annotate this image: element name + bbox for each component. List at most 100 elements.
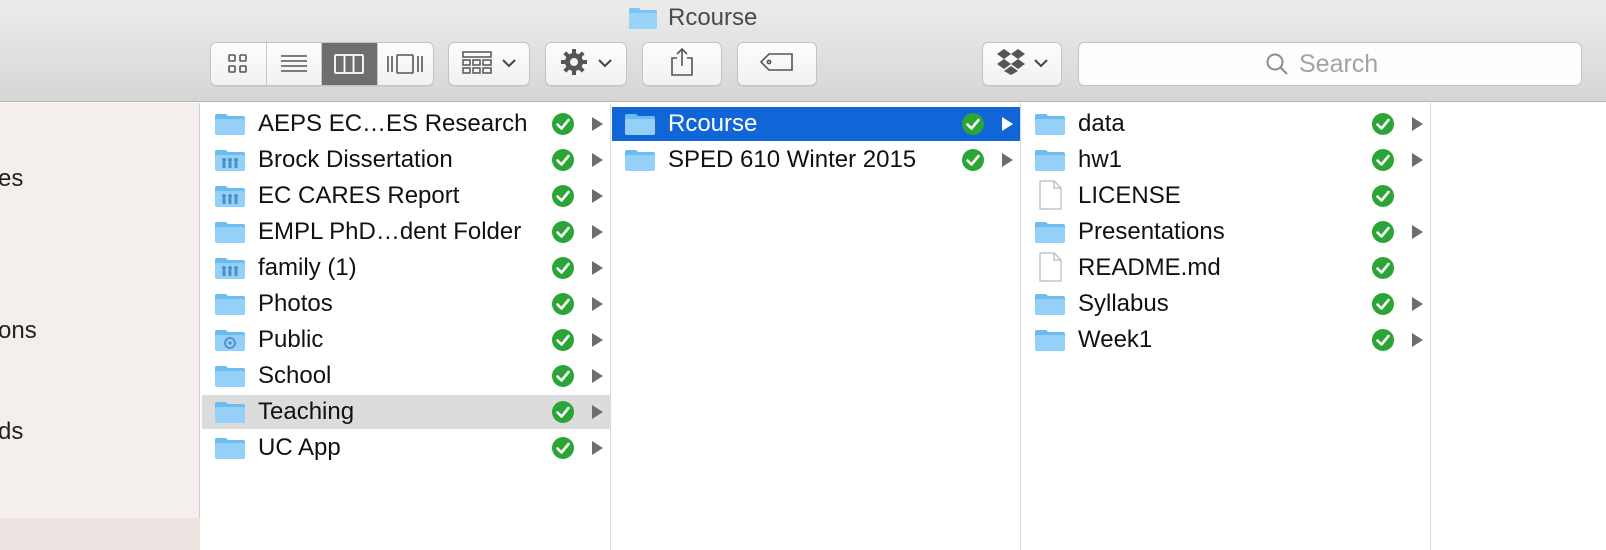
dropbox-button[interactable] xyxy=(982,42,1062,86)
file-row[interactable]: hw1 xyxy=(1022,143,1430,177)
tag-icon xyxy=(759,51,795,78)
arrange-button[interactable] xyxy=(448,42,530,86)
browser-column-4[interactable] xyxy=(1432,103,1606,550)
folder-icon xyxy=(1034,220,1066,244)
file-row[interactable]: UC App xyxy=(202,431,610,465)
file-row[interactable]: Photos xyxy=(202,287,610,321)
cover-flow-view-button[interactable] xyxy=(378,43,434,85)
file-row[interactable]: AEPS EC…ES Research xyxy=(202,107,610,141)
sync-checkmark-icon xyxy=(551,220,575,244)
public-folder-icon xyxy=(214,328,246,352)
sync-checkmark-icon xyxy=(551,148,575,172)
sidebar: es ons ds xyxy=(0,103,200,550)
disclosure-arrow-icon xyxy=(1412,297,1423,311)
file-row[interactable]: Syllabus xyxy=(1022,287,1430,321)
file-row[interactable]: LICENSE xyxy=(1022,179,1430,213)
sidebar-bottom xyxy=(0,518,200,550)
disclosure-arrow-icon xyxy=(592,189,603,203)
disclosure-arrow-icon xyxy=(592,333,603,347)
file-name: Week1 xyxy=(1078,326,1153,353)
file-row[interactable]: Teaching xyxy=(202,395,610,429)
file-row[interactable]: EC CARES Report xyxy=(202,179,610,213)
disclosure-arrow-icon xyxy=(592,297,603,311)
sync-checkmark-icon xyxy=(961,112,985,136)
folder-icon xyxy=(1034,292,1066,316)
file-row[interactable]: SPED 610 Winter 2015 xyxy=(612,143,1020,177)
sync-checkmark-icon xyxy=(1371,220,1395,244)
sync-checkmark-icon xyxy=(1371,184,1395,208)
file-name: School xyxy=(258,362,332,389)
shared-folder-icon xyxy=(214,256,246,280)
sidebar-item[interactable]: ons xyxy=(0,317,37,345)
disclosure-arrow-icon xyxy=(592,405,603,419)
chevron-down-icon xyxy=(502,55,516,73)
action-button[interactable] xyxy=(545,42,627,86)
file-row[interactable]: Presentations xyxy=(1022,215,1430,249)
shared-folder-icon xyxy=(214,184,246,208)
icon-view-button[interactable] xyxy=(211,43,267,85)
share-button[interactable] xyxy=(642,42,722,86)
sync-checkmark-icon xyxy=(551,400,575,424)
folder-icon xyxy=(624,148,656,172)
sync-checkmark-icon xyxy=(961,148,985,172)
sync-checkmark-icon xyxy=(1371,148,1395,172)
file-name: Syllabus xyxy=(1078,290,1169,317)
disclosure-arrow-icon xyxy=(1002,117,1013,131)
chevron-down-icon xyxy=(1034,55,1048,73)
columns-icon xyxy=(334,53,365,75)
file-row[interactable]: Rcourse xyxy=(612,107,1020,141)
disclosure-arrow-icon xyxy=(592,441,603,455)
share-icon xyxy=(669,47,695,82)
icon-grid-icon xyxy=(227,53,249,75)
file-row[interactable]: Public xyxy=(202,323,610,357)
file-name: Presentations xyxy=(1078,218,1225,245)
disclosure-arrow-icon xyxy=(1412,117,1423,131)
file-name: EC CARES Report xyxy=(258,182,460,209)
folder-icon xyxy=(628,6,658,30)
file-row[interactable]: family (1) xyxy=(202,251,610,285)
file-row[interactable]: data xyxy=(1022,107,1430,141)
file-name: hw1 xyxy=(1078,146,1123,173)
sync-checkmark-icon xyxy=(1371,328,1395,352)
file-row[interactable]: Week1 xyxy=(1022,323,1430,357)
tag-button[interactable] xyxy=(737,42,817,86)
file-name: Brock Dissertation xyxy=(258,146,453,173)
sidebar-item[interactable]: ds xyxy=(0,418,23,446)
browser-column-1[interactable]: AEPS EC…ES Research Brock Dissertation EC … xyxy=(202,103,611,550)
file-name: AEPS EC…ES Research xyxy=(258,110,528,137)
file-name: Teaching xyxy=(258,398,355,425)
file-name: UC App xyxy=(258,434,341,461)
sync-checkmark-icon xyxy=(551,292,575,316)
sidebar-item-label: ds xyxy=(0,418,24,445)
file-row[interactable]: EMPL PhD…dent Folder xyxy=(202,215,610,249)
sync-checkmark-icon xyxy=(551,364,575,388)
file-name: Public xyxy=(258,326,324,353)
column-view-button[interactable] xyxy=(322,43,378,85)
folder-icon xyxy=(214,112,246,136)
file-name: family (1) xyxy=(258,254,357,281)
sidebar-item-label: ons xyxy=(0,317,37,344)
search-input[interactable] xyxy=(1299,49,1395,79)
disclosure-arrow-icon xyxy=(1002,153,1013,167)
view-switcher xyxy=(210,42,434,86)
disclosure-arrow-icon xyxy=(592,369,603,383)
disclosure-arrow-icon xyxy=(592,153,603,167)
sync-checkmark-icon xyxy=(1371,256,1395,280)
sidebar-item-label: es xyxy=(0,165,24,192)
file-row[interactable]: Brock Dissertation xyxy=(202,143,610,177)
file-name: Rcourse xyxy=(668,110,758,137)
sidebar-item[interactable]: es xyxy=(0,165,23,193)
folder-icon xyxy=(1034,112,1066,136)
chevron-down-icon xyxy=(598,55,612,73)
search-icon xyxy=(1265,52,1289,76)
browser-column-3[interactable]: data hw1 LICENSE Presentations README.md Syll… xyxy=(1022,103,1431,550)
file-row[interactable]: School xyxy=(202,359,610,393)
file-row[interactable]: README.md xyxy=(1022,251,1430,285)
list-view-button[interactable] xyxy=(267,43,322,85)
window-title-text: Rcourse xyxy=(668,4,758,31)
browser-column-2[interactable]: Rcourse SPED 610 Winter 2015 xyxy=(612,103,1021,550)
folder-icon xyxy=(624,112,656,136)
disclosure-arrow-icon xyxy=(592,261,603,275)
file-name: EMPL PhD…dent Folder xyxy=(258,218,522,245)
sync-checkmark-icon xyxy=(551,112,575,136)
